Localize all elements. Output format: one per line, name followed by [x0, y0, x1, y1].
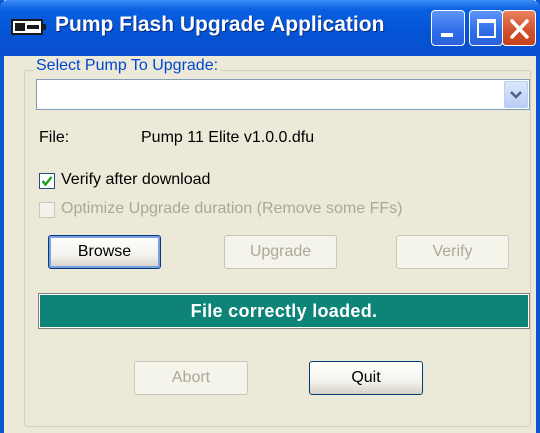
window-title: Pump Flash Upgrade Application	[55, 13, 385, 36]
status-message: File correctly loaded.	[38, 293, 530, 329]
group-title: Select Pump To Upgrade:	[34, 57, 221, 75]
close-button[interactable]	[502, 10, 536, 46]
verify-checkbox[interactable]	[39, 173, 55, 189]
file-name: Pump 11 Elite v1.0.0.dfu	[141, 129, 315, 146]
verify-checkbox-label[interactable]: Verify after download	[61, 171, 210, 189]
close-icon	[510, 19, 529, 39]
minimize-icon	[441, 33, 453, 37]
checkmark-icon	[41, 176, 53, 187]
upgrade-button: Upgrade	[224, 235, 337, 269]
abort-button: Abort	[134, 361, 248, 395]
maximize-icon	[477, 19, 496, 38]
browse-button[interactable]: Browse	[48, 235, 161, 269]
app-icon	[11, 19, 46, 35]
chevron-down-icon	[510, 91, 522, 99]
file-label: File:	[39, 129, 70, 146]
title-bar[interactable]: Pump Flash Upgrade Application	[0, 0, 540, 56]
minimize-button[interactable]	[431, 10, 465, 46]
verify-button: Verify	[396, 235, 509, 269]
optimize-checkbox	[39, 202, 55, 218]
optimize-checkbox-label: Optimize Upgrade duration (Remove some F…	[61, 200, 403, 217]
app-window: Pump Flash Upgrade Application Select Pu…	[0, 0, 540, 433]
quit-button[interactable]: Quit	[309, 361, 423, 395]
pump-select[interactable]	[36, 79, 530, 110]
maximize-button[interactable]	[469, 10, 503, 46]
dropdown-button[interactable]	[504, 81, 528, 108]
